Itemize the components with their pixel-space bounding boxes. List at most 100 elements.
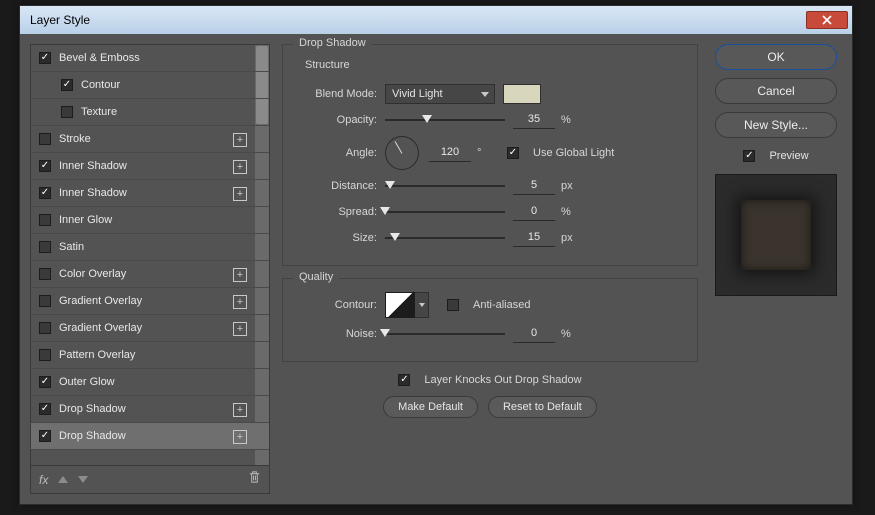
style-row[interactable]: Outer Glow [31, 369, 269, 396]
style-label: Gradient Overlay [59, 322, 142, 334]
style-row[interactable]: Drop Shadow+ [31, 396, 269, 423]
size-input[interactable]: 15 [513, 229, 555, 247]
quality-legend: Quality [293, 271, 339, 283]
knockout-checkbox[interactable] [398, 374, 410, 386]
style-row[interactable]: Inner Shadow + [31, 153, 269, 180]
angle-label: Angle: [297, 147, 385, 159]
style-label: Inner Shadow [59, 187, 127, 199]
styles-list-footer: fx [30, 466, 270, 494]
style-checkbox[interactable] [39, 52, 51, 64]
angle-dial[interactable] [385, 136, 419, 170]
spread-slider[interactable] [385, 205, 505, 219]
add-effect-icon[interactable]: + [233, 403, 247, 417]
global-light-label: Use Global Light [533, 147, 614, 159]
style-label: Inner Shadow [59, 160, 127, 172]
style-row[interactable]: Gradient Overlay + [31, 315, 269, 342]
style-checkbox[interactable] [39, 160, 51, 172]
opacity-input[interactable]: 35 [513, 111, 555, 129]
titlebar[interactable]: Layer Style [20, 6, 852, 34]
style-label: Drop Shadow [59, 430, 126, 442]
style-checkbox[interactable] [39, 430, 51, 442]
style-label: Bevel & Emboss [59, 52, 140, 64]
layer-style-dialog: Layer Style Bevel & Emboss Contour Texture… [19, 5, 853, 505]
contour-label: Contour: [297, 299, 385, 311]
style-checkbox[interactable] [39, 295, 51, 307]
style-checkbox[interactable] [39, 187, 51, 199]
style-row[interactable]: Inner Shadow + [31, 180, 269, 207]
style-checkbox[interactable] [39, 322, 51, 334]
noise-input[interactable]: 0 [513, 325, 555, 343]
structure-label: Structure [305, 59, 683, 71]
spread-input[interactable]: 0 [513, 203, 555, 221]
shadow-color-swatch[interactable] [503, 84, 541, 104]
style-label: Stroke [59, 133, 91, 145]
style-row[interactable]: Inner Glow [31, 207, 269, 234]
noise-slider[interactable] [385, 327, 505, 341]
style-checkbox[interactable] [39, 349, 51, 361]
new-style-button[interactable]: New Style... [715, 112, 837, 138]
knockout-label: Layer Knocks Out Drop Shadow [424, 374, 581, 386]
chevron-down-icon [419, 303, 425, 307]
add-effect-icon[interactable]: + [233, 160, 247, 174]
style-checkbox[interactable] [39, 403, 51, 415]
style-row[interactable]: Gradient Overlay + [31, 288, 269, 315]
quality-group: Quality Contour: Anti-aliased Noise: 0 % [282, 278, 698, 362]
add-effect-icon[interactable]: + [233, 295, 247, 309]
move-down-icon[interactable] [78, 476, 88, 483]
style-row[interactable]: Drop Shadow + [31, 423, 269, 450]
size-slider[interactable] [385, 231, 505, 245]
style-row[interactable]: Texture [31, 99, 269, 126]
style-checkbox[interactable] [39, 376, 51, 388]
style-row[interactable]: Pattern Overlay [31, 342, 269, 369]
add-effect-icon[interactable]: + [233, 322, 247, 336]
style-checkbox[interactable] [39, 268, 51, 280]
ok-button[interactable]: OK [715, 44, 837, 70]
style-checkbox[interactable] [39, 214, 51, 226]
close-icon [822, 15, 832, 25]
contour-picker[interactable] [385, 292, 415, 318]
styles-list[interactable]: Bevel & EmbossContourTextureStroke+Inner… [30, 44, 270, 466]
blend-mode-select[interactable]: Vivid Light [385, 84, 495, 104]
make-default-button[interactable]: Make Default [383, 396, 478, 418]
distance-slider[interactable] [385, 179, 505, 193]
distance-label: Distance: [297, 180, 385, 192]
style-row[interactable]: Satin [31, 234, 269, 261]
preview-label: Preview [769, 150, 808, 162]
style-row[interactable]: Stroke + [31, 126, 269, 153]
antialiased-checkbox[interactable] [447, 299, 459, 311]
style-row[interactable]: Contour [31, 72, 269, 99]
move-up-icon[interactable] [58, 476, 68, 483]
drop-shadow-legend: Drop Shadow [293, 37, 372, 49]
style-label: Color Overlay [59, 268, 126, 280]
preview-checkbox[interactable] [743, 150, 755, 162]
style-label: Outer Glow [59, 376, 115, 388]
add-effect-icon[interactable]: + [233, 187, 247, 201]
add-effect-icon[interactable]: + [233, 268, 247, 282]
style-label: Inner Glow [59, 214, 112, 226]
style-label: Gradient Overlay [59, 295, 142, 307]
close-button[interactable] [806, 11, 848, 29]
contour-dropdown[interactable] [415, 292, 429, 318]
style-checkbox[interactable] [61, 106, 73, 118]
style-row[interactable]: Color Overlay + [31, 261, 269, 288]
fx-menu-icon[interactable]: fx [39, 473, 48, 487]
reset-default-button[interactable]: Reset to Default [488, 396, 597, 418]
cancel-button[interactable]: Cancel [715, 78, 837, 104]
style-checkbox[interactable] [61, 79, 73, 91]
style-label: Satin [59, 241, 84, 253]
add-effect-icon[interactable]: + [233, 430, 247, 444]
structure-group: Drop Shadow Structure Blend Mode: Vivid … [282, 44, 698, 266]
style-label: Pattern Overlay [59, 349, 135, 361]
distance-input[interactable]: 5 [513, 177, 555, 195]
add-effect-icon[interactable]: + [233, 133, 247, 147]
style-checkbox[interactable] [39, 241, 51, 253]
antialiased-label: Anti-aliased [473, 299, 530, 311]
opacity-slider[interactable] [385, 113, 505, 127]
style-row[interactable]: Bevel & Emboss [31, 45, 269, 72]
size-label: Size: [297, 232, 385, 244]
style-checkbox[interactable] [39, 133, 51, 145]
style-label: Contour [81, 79, 120, 91]
trash-icon[interactable] [248, 470, 261, 489]
global-light-checkbox[interactable] [507, 147, 519, 159]
angle-input[interactable]: 120 [429, 144, 471, 162]
